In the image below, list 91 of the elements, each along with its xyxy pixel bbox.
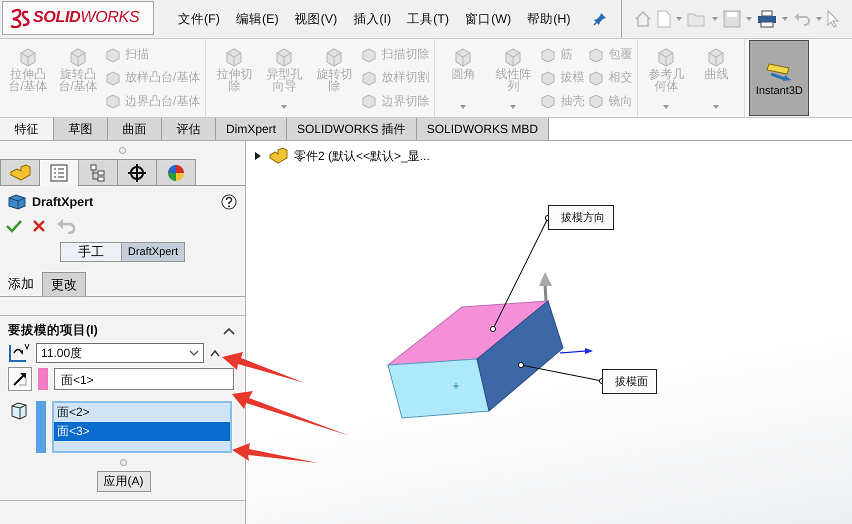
caret-icon[interactable] <box>746 17 752 21</box>
mode-button[interactable]: 手工 <box>60 242 122 262</box>
cursor-icon[interactable] <box>826 10 839 28</box>
logo-mark-icon <box>9 8 31 28</box>
manager-tab[interactable] <box>78 159 118 185</box>
menu-item[interactable]: 工具(T) <box>407 10 450 28</box>
direction-arrow[interactable] <box>539 272 552 302</box>
tool-icon <box>454 47 472 67</box>
panel-tab[interactable]: 更改 <box>42 272 86 296</box>
command-tab[interactable]: SOLIDWORKS MBD <box>416 118 550 140</box>
configuration-tree-icon <box>90 164 106 182</box>
tool-icon <box>19 47 37 67</box>
pin-icon[interactable] <box>592 12 607 26</box>
tool-icon <box>588 46 604 63</box>
command-tab[interactable]: SOLIDWORKS 插件 <box>287 118 417 140</box>
face-cube-icon <box>10 401 28 421</box>
panel-title: DraftXpert <box>32 195 94 209</box>
instant3d-button[interactable]: Instant3D <box>749 40 810 116</box>
callout-label[interactable]: 拔模面 <box>602 369 657 394</box>
caret-icon[interactable] <box>712 17 718 21</box>
menu-item[interactable]: 文件(F) <box>178 10 220 28</box>
draft-angle-icon <box>8 343 30 363</box>
undo-icon[interactable] <box>56 218 76 234</box>
caret-icon[interactable] <box>676 17 682 21</box>
list-item[interactable]: 面<3> <box>54 422 230 441</box>
splitter-handle[interactable] <box>119 146 126 154</box>
menu-item[interactable]: 窗口(W) <box>465 10 512 28</box>
tree-item-label[interactable]: 零件2 (默认<<默认>_显... <box>294 148 430 164</box>
part-icon <box>9 164 31 182</box>
spin-up-icon[interactable] <box>210 350 220 356</box>
tool-icon <box>105 70 121 86</box>
angle-dropdown[interactable]: 11.00度 <box>36 343 204 363</box>
logo-text: SOLIDWORKS <box>33 9 140 27</box>
caret-icon[interactable] <box>782 17 788 21</box>
collapse-chevron-icon[interactable] <box>223 326 235 334</box>
callout-label[interactable]: 拔模方向 <box>548 205 614 230</box>
close-icon[interactable] <box>32 219 46 233</box>
menu-item[interactable]: 插入(I) <box>353 10 392 28</box>
tool-icon <box>275 47 294 67</box>
command-tab[interactable]: 评估 <box>162 118 216 140</box>
tool-icon <box>225 47 244 67</box>
tool-icon <box>588 93 604 110</box>
axis-arrow[interactable] <box>560 348 593 354</box>
save-icon[interactable] <box>722 10 741 28</box>
part-icon <box>268 147 288 165</box>
undo-icon[interactable] <box>792 11 811 27</box>
section-title: 要拔模的项目(I) <box>8 322 98 339</box>
command-tab[interactable]: 草图 <box>54 118 108 140</box>
command-tab[interactable]: DimXpert <box>216 118 288 140</box>
menu-item[interactable]: 编辑(E) <box>236 10 279 28</box>
list-item[interactable]: 面<2> <box>54 403 230 422</box>
tool-icon <box>657 47 676 67</box>
panel-tab[interactable]: 添加 <box>0 272 42 296</box>
crosshair-icon <box>128 164 146 182</box>
menu-item[interactable]: 帮助(H) <box>527 10 571 28</box>
ok-check-icon[interactable] <box>6 219 22 233</box>
command-tab[interactable]: 特征 <box>0 118 54 140</box>
tool-icon <box>504 47 522 67</box>
resize-handle[interactable] <box>120 458 127 466</box>
apply-button[interactable]: 应用(A) <box>96 471 150 492</box>
new-document-icon[interactable] <box>656 10 671 28</box>
tool-icon <box>105 46 121 63</box>
home-icon[interactable] <box>634 10 652 28</box>
tool-icon <box>361 46 378 63</box>
tool-icon <box>540 93 556 110</box>
tool-icon <box>540 70 556 86</box>
faces-list[interactable]: 面<2> 面<3> <box>52 401 232 453</box>
expand-triangle-icon[interactable] <box>254 152 262 160</box>
tool-icon <box>707 47 726 67</box>
tool-icon <box>361 93 378 110</box>
tool-icon <box>588 70 604 86</box>
command-tab[interactable]: 曲面 <box>108 118 162 140</box>
color-wheel-icon <box>167 164 185 182</box>
tool-icon <box>361 70 378 86</box>
neutral-plane-field[interactable]: 面<1> <box>54 368 234 390</box>
manager-tab[interactable] <box>117 159 157 185</box>
direction-arrow-icon <box>11 370 29 388</box>
property-list-icon <box>50 164 68 182</box>
mode-button[interactable]: DraftXpert <box>122 242 186 262</box>
direction-button[interactable] <box>8 367 32 391</box>
tool-icon <box>325 47 344 67</box>
menu-item[interactable]: 视图(V) <box>294 10 338 28</box>
printer-icon[interactable] <box>756 10 777 28</box>
draft-feature-icon <box>8 194 26 210</box>
tool-icon <box>540 46 556 63</box>
caret-icon <box>189 350 199 356</box>
help-icon[interactable] <box>221 194 237 210</box>
manager-tab[interactable] <box>39 159 79 186</box>
tool-icon <box>69 47 87 67</box>
caret-icon[interactable] <box>816 17 822 21</box>
tool-icon <box>105 93 121 110</box>
